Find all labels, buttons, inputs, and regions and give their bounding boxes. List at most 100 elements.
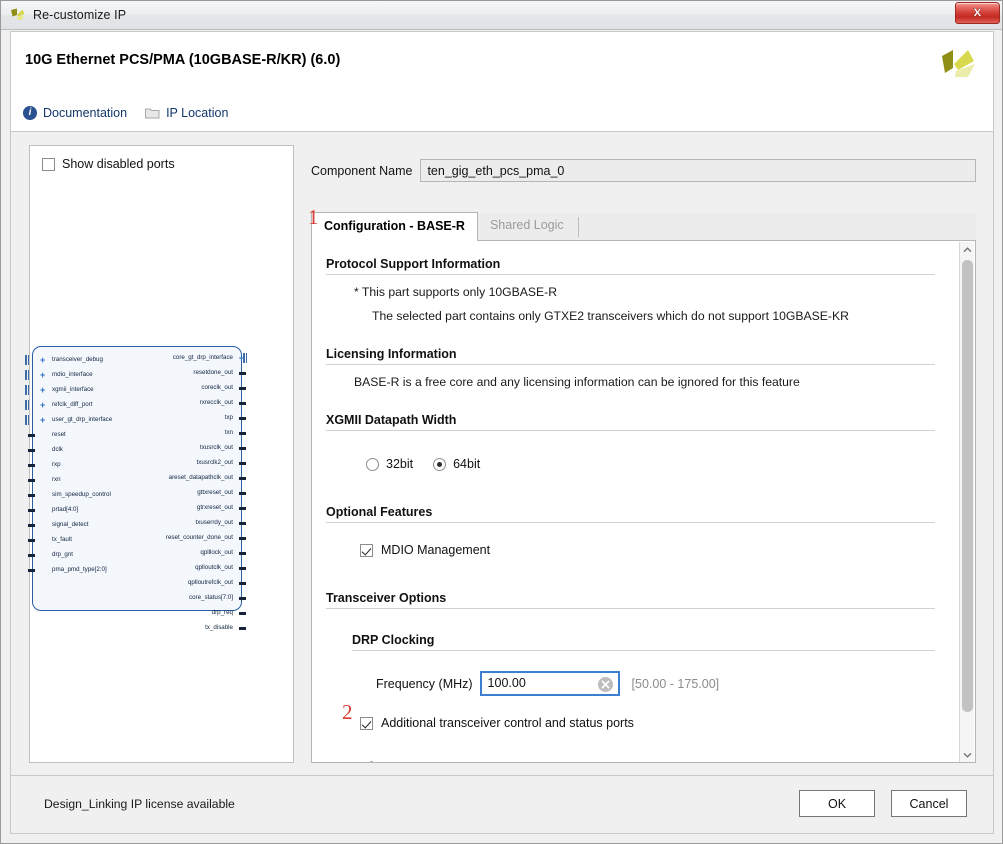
additional-ports-label: Additional transceiver control and statu… [381, 716, 634, 730]
component-name-label: Component Name [311, 164, 412, 178]
port-label: xgmii_interface [52, 386, 94, 393]
expand-plus-icon[interactable]: + [239, 354, 244, 362]
port-label: sim_speedup_control [52, 491, 111, 498]
expand-plus-icon[interactable]: + [40, 386, 45, 394]
pin-icon [239, 537, 246, 540]
licensing-heading: Licensing Information [326, 347, 935, 365]
pin-icon [239, 627, 246, 630]
pin-icon [239, 522, 246, 525]
port-label: user_gt_drp_interface [52, 416, 112, 423]
port-label: qplllock_out [200, 549, 233, 556]
close-button[interactable] [955, 2, 1000, 24]
port-label: qplloutclk_out [195, 564, 233, 571]
component-name-input[interactable] [420, 159, 976, 182]
port-label: dclk [52, 446, 63, 453]
scrollbar-thumb[interactable] [962, 260, 973, 712]
port-txp: txp [106, 410, 236, 425]
port-label: signal_detect [52, 521, 88, 528]
title-bar: Re-customize IP [1, 1, 1002, 30]
expand-plus-icon[interactable]: + [40, 401, 45, 409]
user-info-heading: User Info: [326, 760, 935, 763]
ip-location-button[interactable]: IP Location [145, 106, 228, 120]
port-gtrxreset_out: gtrxreset_out [106, 500, 236, 515]
show-disabled-ports-checkbox[interactable]: Show disabled ports [42, 157, 175, 171]
port-txusrclk_out: txusrclk_out [106, 440, 236, 455]
mdio-management-checkbox[interactable]: MDIO Management [360, 543, 935, 557]
port-qplloutrefclk_out: qplloutrefclk_out [106, 575, 236, 590]
ip-location-label: IP Location [166, 106, 228, 120]
show-disabled-ports-label: Show disabled ports [62, 157, 175, 171]
port-label: drp_req [212, 609, 233, 616]
pin-icon [239, 582, 246, 585]
port-drp_req: drp_req [106, 605, 236, 620]
page-title: 10G Ethernet PCS/PMA (10GBASE-R/KR) (6.0… [25, 52, 340, 68]
port-label: gttxreset_out [197, 489, 233, 496]
pin-icon [239, 417, 246, 420]
port-txusrclk2_out: txusrclk2_out [106, 455, 236, 470]
pin-icon [28, 569, 35, 572]
annotation-1: 1 [308, 205, 319, 230]
pin-icon [239, 402, 246, 405]
port-label: drp_gnt [52, 551, 73, 558]
folder-icon [145, 107, 160, 119]
port-label: core_status[7:0] [189, 594, 233, 601]
port-label: rxn [52, 476, 61, 483]
additional-ports-checkbox[interactable]: Additional transceiver control and statu… [360, 716, 935, 730]
tab-widget: Configuration - BASE-R Shared Logic Prot… [311, 213, 976, 763]
pin-icon [28, 479, 35, 482]
port-label: txp [225, 414, 233, 421]
port-label: areset_datapathclk_out [169, 474, 233, 481]
port-label: txn [225, 429, 233, 436]
frequency-value: 100.00 [488, 676, 526, 690]
port-label: prtad[4:0] [52, 506, 78, 513]
chevron-up-icon[interactable] [960, 242, 975, 257]
chevron-down-icon[interactable] [960, 747, 975, 762]
port-label: txusrclk2_out [197, 459, 233, 466]
component-name-row: Component Name [311, 159, 976, 182]
tab-configuration-base-r[interactable]: Configuration - BASE-R [311, 212, 478, 241]
pin-icon [239, 492, 246, 495]
output-port-list: +core_gt_drp_interfaceresetdone_outcorec… [106, 350, 236, 635]
configuration-panel: Component Name Configuration - BASE-R Sh… [311, 145, 976, 763]
frequency-input[interactable]: 100.00 [480, 671, 620, 696]
expand-plus-icon[interactable]: + [40, 356, 45, 364]
expand-plus-icon[interactable]: + [40, 416, 45, 424]
pin-icon [28, 434, 35, 437]
window-title: Re-customize IP [33, 8, 126, 22]
tab-shared-logic[interactable]: Shared Logic [478, 212, 576, 240]
ok-button[interactable]: OK [799, 790, 875, 817]
clear-circle-icon[interactable] [598, 677, 613, 692]
vertical-scrollbar[interactable] [959, 242, 974, 762]
documentation-label: Documentation [43, 106, 127, 120]
port-label: reset [52, 431, 66, 438]
pin-icon [239, 597, 246, 600]
protocol-line-2: The selected part contains only GTXE2 tr… [372, 309, 935, 323]
xgmii-width-radio-group: 32bit 64bit [366, 457, 935, 471]
port-reset_counter_done_out: reset_counter_done_out [106, 530, 236, 545]
pin-icon [239, 387, 246, 390]
pin-icon [239, 447, 246, 450]
port-label: rxp [52, 461, 61, 468]
documentation-button[interactable]: i Documentation [23, 106, 127, 120]
pin-icon [239, 567, 246, 570]
optional-features-heading: Optional Features [326, 505, 935, 523]
frequency-row: Frequency (MHz) 100.00 [50.00 - 175.00] [376, 671, 935, 696]
cancel-button[interactable]: Cancel [891, 790, 967, 817]
radio-32bit[interactable] [366, 458, 379, 471]
port-label: coreclk_out [201, 384, 233, 391]
port-label: refclk_diff_port [52, 401, 92, 408]
radio-64bit[interactable] [433, 458, 446, 471]
expand-plus-icon[interactable]: + [40, 371, 45, 379]
port-core_gt_drp_interface[interactable]: +core_gt_drp_interface [106, 350, 236, 365]
tab-label: Configuration - BASE-R [324, 219, 465, 233]
port-rxrecclk_out: rxrecclk_out [106, 395, 236, 410]
pin-icon [28, 494, 35, 497]
pin-icon [28, 539, 35, 542]
pin-icon [239, 432, 246, 435]
port-label: txusrclk_out [200, 444, 233, 451]
pin-icon [239, 462, 246, 465]
frequency-label: Frequency (MHz) [376, 677, 473, 691]
port-label: rxrecclk_out [200, 399, 233, 406]
pin-icon [239, 507, 246, 510]
config-form: Protocol Support Information * This part… [312, 241, 949, 762]
